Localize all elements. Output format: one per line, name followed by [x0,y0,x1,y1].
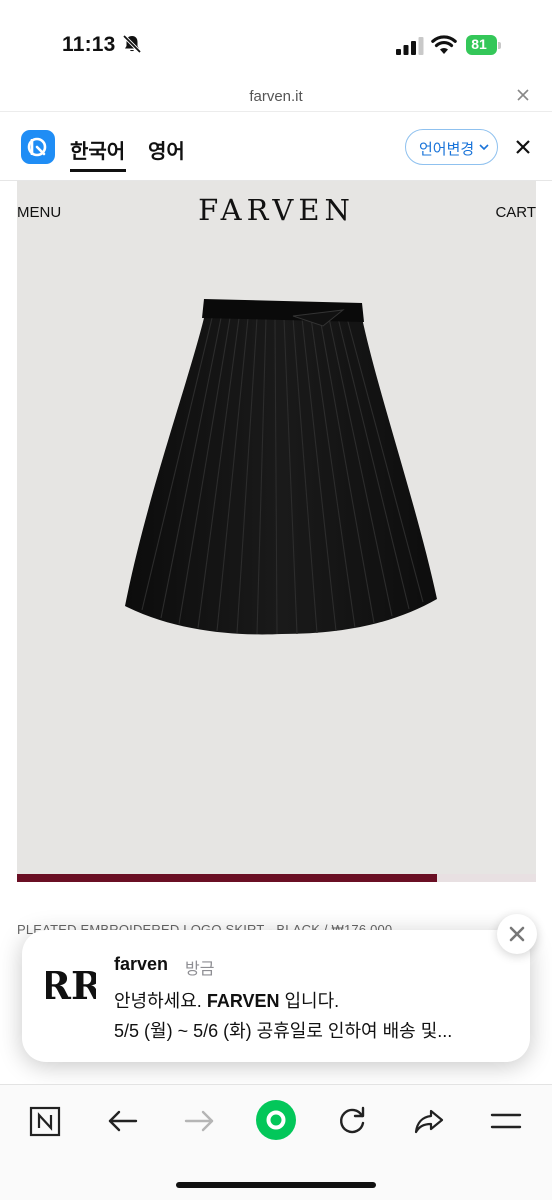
browser-toolbar [0,1084,552,1200]
refresh-icon[interactable] [334,1103,374,1139]
green-home-icon[interactable] [255,1099,297,1141]
tab-korean[interactable]: 한국어 [70,135,125,164]
change-language-button[interactable]: 언어변경 [405,129,498,165]
translate-app-icon [21,130,55,164]
notification-app-name: farven [114,954,169,974]
close-icon[interactable] [515,87,531,103]
translate-bar: 한국어 영어 언어변경 [0,113,552,181]
menu-icon[interactable] [488,1103,528,1139]
signal-icon [396,37,424,55]
chevron-down-icon [479,144,489,151]
brand-logo[interactable]: FARVEN [17,193,536,227]
notification-line-1: 안녕하세요. FARVEN 입니다. [114,991,340,1011]
naver-n-icon[interactable] [27,1103,67,1139]
notification-close-button[interactable] [497,914,537,954]
tab-english[interactable]: 영어 [148,135,185,164]
forward-arrow-icon[interactable] [182,1103,222,1139]
back-arrow-icon[interactable] [104,1103,144,1139]
change-language-label: 언어변경 [419,141,475,158]
notification-time: 방금 [185,961,215,978]
close-icon[interactable] [515,139,531,155]
farven-app-icon: RR [46,963,96,1005]
status-time: 11:13 [62,33,116,56]
bell-slash-icon [122,34,142,54]
battery-icon: 81 [466,35,502,55]
share-icon[interactable] [411,1103,451,1139]
notification-line-2: 5/5 (월) ~ 5/6 (화) 공휴일로 인하여 배송 및... [114,1021,453,1041]
address-bar[interactable]: farven.it [0,82,552,112]
svg-text:RR: RR [46,963,96,1005]
url-text[interactable]: farven.it [0,88,552,105]
push-notification[interactable]: RR farven 방금 안녕하세요. FARVEN 입니다. 5/5 (월) … [22,930,530,1062]
product-image[interactable] [117,296,437,641]
tab-selected-underline [70,169,126,172]
image-progress-fill [17,874,438,882]
wifi-icon [431,35,457,54]
image-progress-bar [17,874,536,882]
cart-link[interactable]: CART [495,204,536,221]
home-indicator [176,1182,376,1188]
status-bar: 11:13 81 [0,0,552,82]
close-icon [509,926,525,942]
battery-level: 81 [471,36,487,52]
